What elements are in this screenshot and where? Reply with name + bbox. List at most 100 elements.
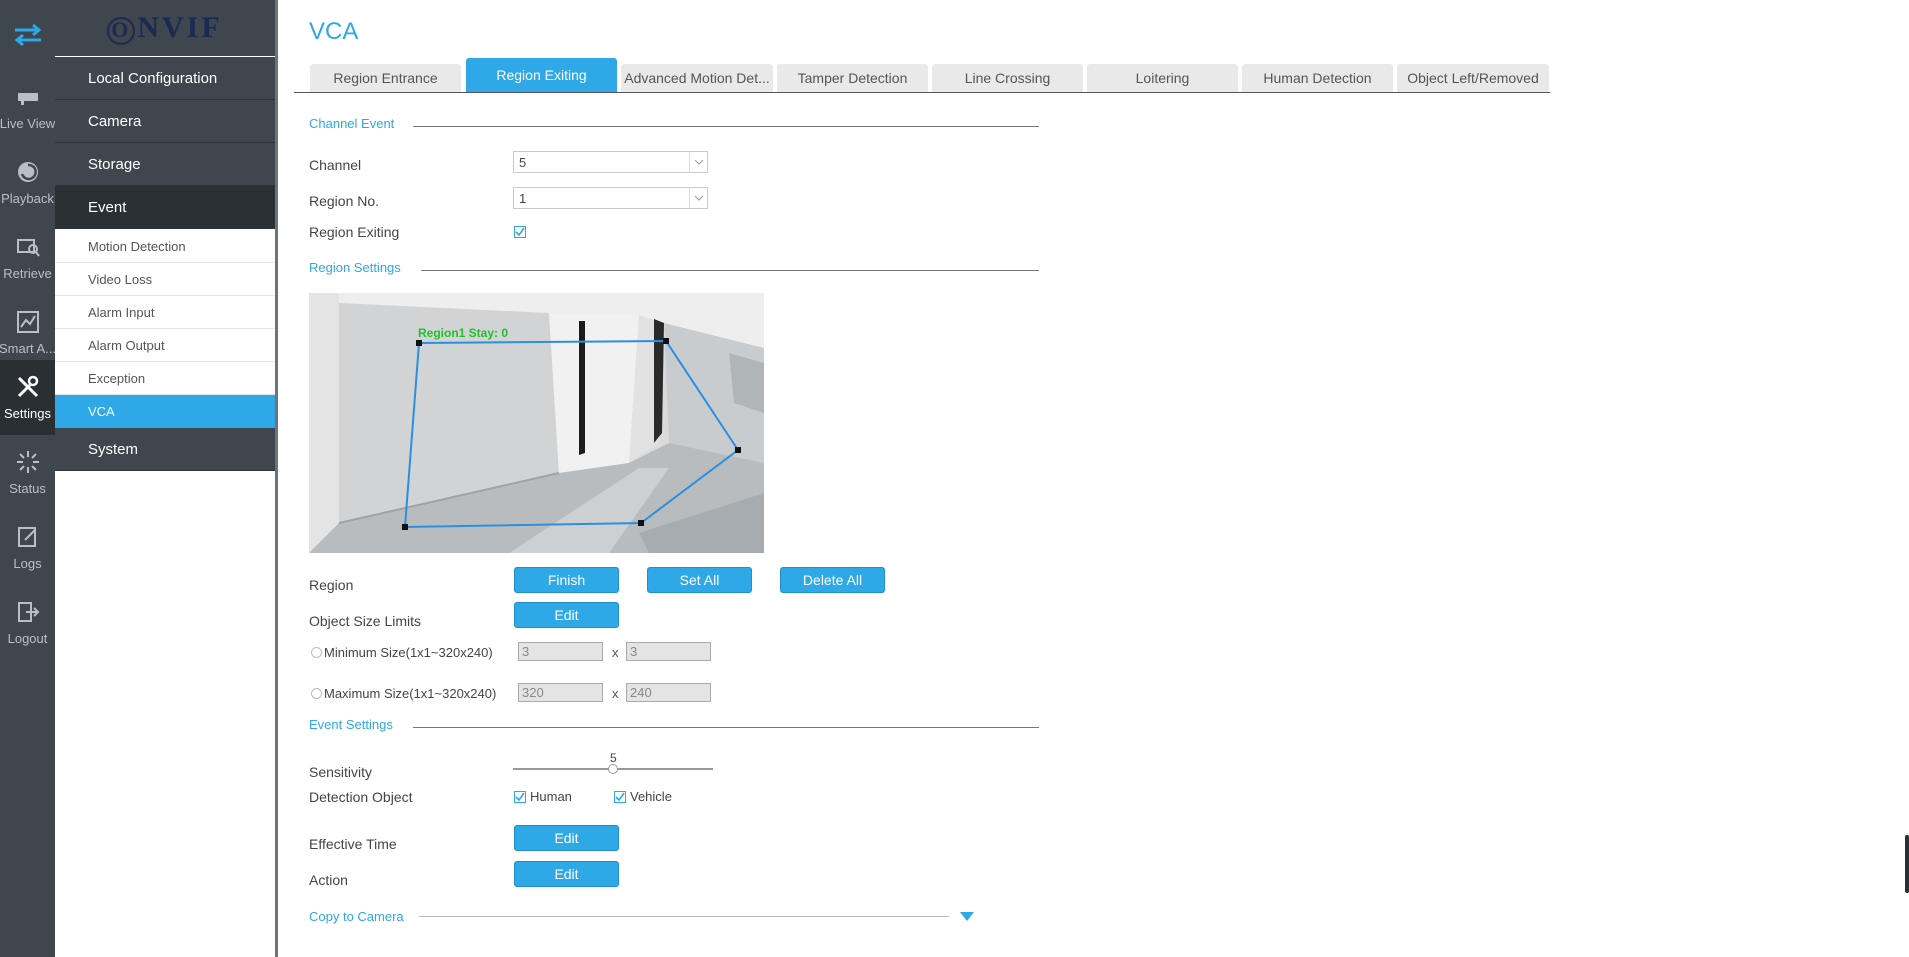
menu-motion-detection[interactable]: Motion Detection: [55, 230, 275, 263]
scrollbar-handle[interactable]: [1905, 835, 1909, 893]
slider-handle[interactable]: [608, 764, 618, 774]
rail-label: Retrieve: [3, 266, 52, 281]
menu-camera[interactable]: Camera: [55, 100, 275, 143]
menu-event[interactable]: Event: [55, 186, 275, 229]
object-size-edit-button[interactable]: Edit: [514, 602, 619, 628]
menu-system[interactable]: System: [55, 428, 275, 471]
rail-label: Smart A...: [0, 341, 57, 356]
region-no-select[interactable]: 1: [513, 187, 708, 209]
tab-line-crossing[interactable]: Line Crossing: [932, 64, 1083, 92]
menu-vca[interactable]: VCA: [55, 395, 275, 428]
finish-button[interactable]: Finish: [514, 567, 619, 593]
max-size-radio[interactable]: [311, 688, 322, 699]
rail-logs[interactable]: Logs: [0, 510, 55, 585]
menu-video-loss[interactable]: Video Loss: [55, 263, 275, 296]
effective-time-label: Effective Time: [309, 836, 397, 852]
check-icon: [515, 227, 525, 237]
section-title-channel-event: Channel Event: [309, 116, 395, 131]
section-title-copy-to-camera: Copy to Camera: [309, 909, 404, 924]
object-size-limits-label: Object Size Limits: [309, 613, 422, 629]
min-size-radio[interactable]: [311, 647, 322, 658]
menu-storage[interactable]: Storage: [55, 143, 275, 186]
tab-tamper-detection[interactable]: Tamper Detection: [777, 64, 928, 92]
rail-label: Playback: [1, 191, 54, 206]
check-icon: [615, 792, 625, 802]
main-panel: VCA Region Entrance Region Exiting Advan…: [278, 0, 1909, 957]
min-size-label: Minimum Size(1x1~320x240): [324, 645, 493, 660]
min-width-input[interactable]: 3: [518, 642, 603, 661]
action-label: Action: [309, 872, 348, 888]
rail-label: Logs: [13, 556, 42, 571]
menu-alarm-input[interactable]: Alarm Input: [55, 296, 275, 329]
section-divider: [413, 126, 1039, 127]
page-title: VCA: [309, 18, 359, 45]
status-icon: [16, 451, 39, 473]
icon-rail: Live View Playback Retrieve Smart A... S…: [0, 0, 57, 957]
tab-region-entrance[interactable]: Region Entrance: [310, 64, 461, 92]
switch-arrows-icon[interactable]: [0, 0, 55, 70]
rail-playback[interactable]: Playback: [0, 145, 55, 220]
vehicle-checkbox[interactable]: [614, 791, 626, 803]
section-divider: [413, 727, 1039, 728]
rail-smart-analytics[interactable]: Smart A...: [0, 295, 57, 370]
rail-retrieve[interactable]: Retrieve: [0, 220, 55, 295]
camera-preview[interactable]: Region1 Stay: 0: [309, 293, 764, 553]
rail-label: Logout: [7, 631, 48, 646]
live-view-icon: [17, 93, 38, 105]
tab-underline: [294, 92, 1550, 93]
sensitivity-value: 5: [610, 751, 617, 765]
check-icon: [515, 792, 525, 802]
smart-analytics-icon: [16, 311, 39, 333]
tab-advanced-motion-detection[interactable]: Advanced Motion Det...: [621, 64, 773, 92]
rail-label: Settings: [4, 406, 51, 421]
delete-all-button[interactable]: Delete All: [780, 567, 885, 593]
logout-icon: [17, 602, 39, 622]
region-exiting-label: Region Exiting: [309, 224, 400, 240]
channel-label: Channel: [309, 157, 362, 173]
expand-triangle-icon[interactable]: [959, 910, 975, 928]
max-size-label: Maximum Size(1x1~320x240): [324, 686, 497, 701]
rail-settings[interactable]: Settings: [0, 360, 55, 435]
menu-exception[interactable]: Exception: [55, 362, 275, 395]
tab-region-exiting[interactable]: Region Exiting: [466, 58, 617, 92]
menu-alarm-output[interactable]: Alarm Output: [55, 329, 275, 362]
retrieve-icon: [16, 239, 40, 257]
section-divider: [419, 916, 949, 917]
rail-live-view[interactable]: Live View: [0, 70, 55, 145]
section-title-region-settings: Region Settings: [309, 260, 401, 275]
effective-time-edit-button[interactable]: Edit: [514, 825, 619, 851]
human-label: Human: [530, 789, 572, 804]
settings-menu: O NVIF Local Configuration Camera Storage…: [55, 0, 275, 957]
section-divider: [421, 270, 1039, 271]
rail-logout[interactable]: Logout: [0, 585, 55, 660]
sensitivity-label: Sensitivity: [309, 764, 373, 780]
tab-human-detection[interactable]: Human Detection: [1242, 64, 1393, 92]
human-checkbox[interactable]: [514, 791, 526, 803]
camera-scene: Region1 Stay: 0: [309, 293, 764, 553]
tab-loitering[interactable]: Loitering: [1087, 64, 1238, 92]
tab-object-left-removed[interactable]: Object Left/Removed: [1397, 64, 1549, 92]
max-width-input[interactable]: 320: [518, 683, 603, 702]
rail-label: Status: [9, 481, 46, 496]
rail-status[interactable]: Status: [0, 435, 55, 510]
vehicle-label: Vehicle: [630, 789, 672, 804]
region-no-label: Region No.: [309, 193, 380, 209]
logs-icon: [17, 527, 36, 547]
chevron-down-icon: [689, 152, 707, 172]
set-all-button[interactable]: Set All: [647, 567, 752, 593]
settings-icon: [17, 375, 38, 398]
sensitivity-slider[interactable]: [513, 764, 713, 774]
region-exiting-checkbox[interactable]: [514, 226, 526, 238]
action-edit-button[interactable]: Edit: [514, 861, 619, 887]
detection-object-label: Detection Object: [309, 789, 413, 805]
min-height-input[interactable]: 3: [626, 642, 711, 661]
max-height-input[interactable]: 240: [626, 683, 711, 702]
chevron-down-icon: [689, 188, 707, 208]
channel-select[interactable]: 5: [513, 151, 708, 173]
section-title-event-settings: Event Settings: [309, 717, 393, 732]
menu-local-configuration[interactable]: Local Configuration: [55, 57, 275, 100]
onvif-logo: O NVIF: [55, 0, 275, 56]
playback-icon: [17, 162, 38, 182]
x-separator: x: [612, 686, 619, 701]
region-overlay-text: Region1 Stay: 0: [418, 326, 508, 340]
